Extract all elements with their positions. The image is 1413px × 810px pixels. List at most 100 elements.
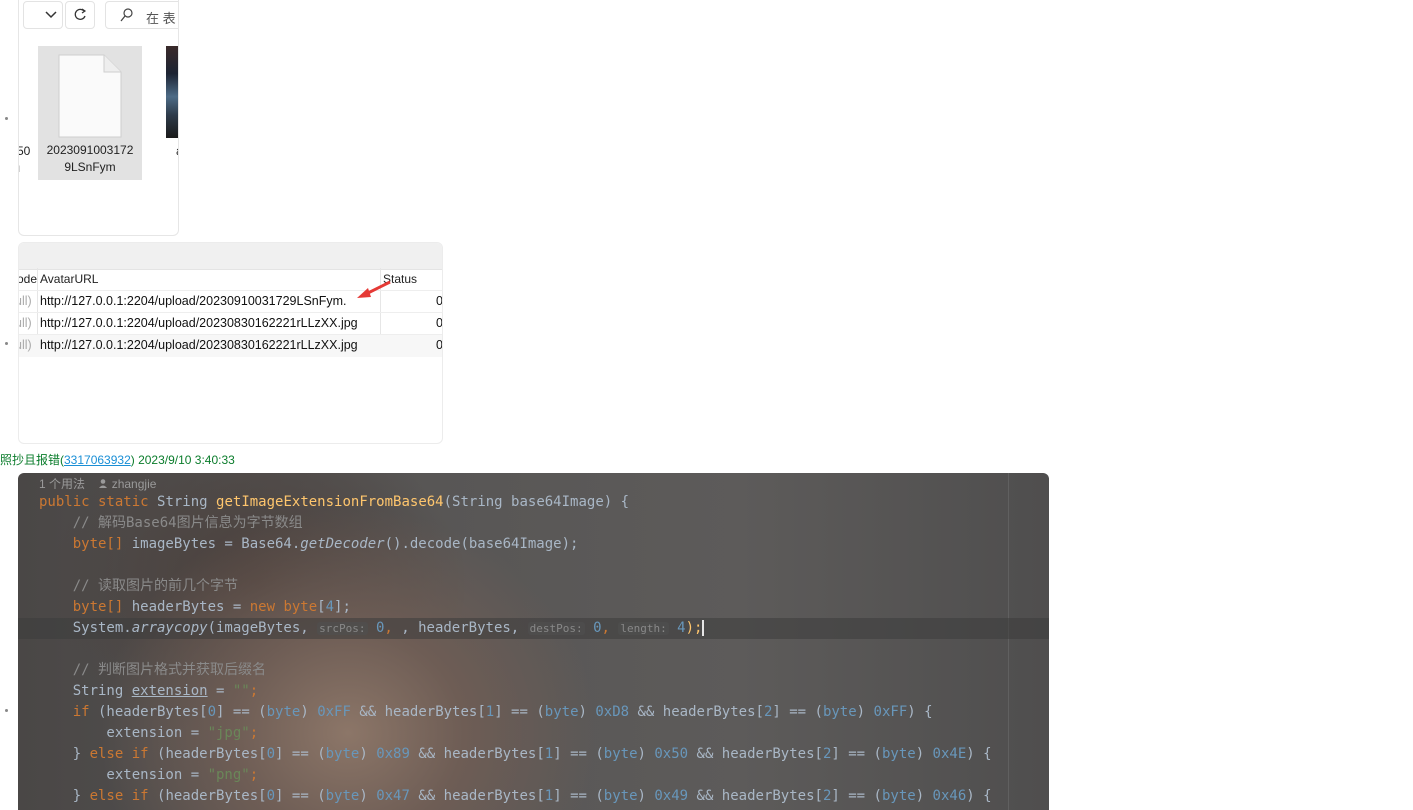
code-line: System.arraycopy(imageBytes, srcPos: 0, … — [39, 620, 705, 636]
table-cell: ull) — [19, 294, 32, 308]
code-line: } else if (headerBytes[0] == (byte) 0x47… — [39, 786, 992, 807]
code-token: ] == ( — [275, 788, 326, 804]
code-line: byte[] headerBytes = new byte[4]; — [39, 599, 351, 615]
refresh-button[interactable] — [65, 1, 95, 29]
code-token: && headerBytes[ — [688, 788, 823, 804]
code-token: 0x50 — [654, 746, 689, 762]
blank-file-icon — [58, 54, 122, 138]
code-token: byte — [603, 788, 638, 804]
code-token: 1 — [544, 788, 554, 804]
code-token: && headerBytes[ — [629, 704, 764, 720]
code-token: && headerBytes[ — [688, 746, 823, 762]
code-token: 0 — [266, 746, 276, 762]
table-cell: 0 — [436, 316, 443, 330]
code-token: ] == ( — [772, 704, 823, 720]
table-cell: 0 — [436, 338, 443, 352]
code-token: (headerBytes[ — [148, 746, 267, 762]
code-token: } — [39, 746, 90, 762]
code-line: if (headerBytes[0] == (byte) 0xFF && hea… — [39, 702, 933, 723]
code-token: ] == ( — [553, 746, 604, 762]
code-line: } else if (headerBytes[0] == (byte) 0x89… — [39, 744, 992, 765]
code-token: ) — [915, 746, 933, 762]
column-header-code[interactable]: ode — [19, 272, 37, 286]
file-name: 2023091003172 9LSnFym — [46, 143, 134, 174]
right-margin-guide — [1008, 473, 1009, 810]
image-thumbnail[interactable] — [166, 46, 178, 138]
search-box[interactable]: 在 表 — [105, 1, 178, 29]
search-placeholder: 在 表 — [146, 11, 176, 26]
truncated-label: a — [176, 144, 178, 158]
code-token: byte — [325, 788, 360, 804]
code-token: ) — [915, 788, 933, 804]
code-token: 0x89 — [376, 746, 410, 762]
code-token: ) — [637, 746, 655, 762]
code-token: ) — [300, 704, 318, 720]
code-token: if — [72, 704, 90, 720]
code-token: byte — [325, 746, 360, 762]
code-token: 0x47 — [376, 788, 410, 804]
code-token: 0x49 — [654, 788, 689, 804]
code-token: ) { — [907, 704, 933, 720]
code-token: ] == ( — [216, 704, 267, 720]
list-bullet — [5, 709, 8, 712]
code-token: 0x4E — [932, 746, 967, 762]
code-token: ) — [856, 704, 874, 720]
code-token: ) { — [966, 746, 992, 762]
code-token: ] == ( — [553, 788, 604, 804]
code-token: ) — [578, 704, 596, 720]
code-line: public static String getImageExtensionFr… — [39, 494, 630, 510]
sender-id-link[interactable]: 3317063932 — [64, 453, 131, 467]
code-token: 0x46 — [932, 788, 967, 804]
database-table-screenshot: ode AvatarURL Status ull) http://127.0.0… — [18, 242, 443, 444]
code-token: byte — [544, 704, 579, 720]
code-token: else if — [89, 788, 149, 804]
column-header-avatarurl[interactable]: AvatarURL — [40, 272, 98, 286]
code-token: && headerBytes[ — [409, 788, 545, 804]
code-token: else if — [89, 746, 149, 762]
code-token: ) — [359, 788, 377, 804]
file-item-selected[interactable]: 2023091003172 9LSnFym — [38, 46, 142, 180]
code-token: ] == ( — [275, 746, 326, 762]
code-comment: // 读取图片的前几个字节 — [39, 578, 239, 594]
code-comment: // 解码Base64图片信息为字节数组 — [39, 515, 303, 531]
table-cell: http://127.0.0.1:2204/upload/20230830162… — [40, 316, 358, 330]
code-token: ] == ( — [494, 704, 545, 720]
table-toolbar — [19, 243, 442, 270]
code-token: byte — [266, 704, 301, 720]
history-dropdown[interactable] — [23, 1, 63, 29]
table-cell: ull) — [19, 338, 32, 352]
code-line: extension = "png"; — [39, 767, 259, 783]
code-token: ] == ( — [831, 746, 882, 762]
chat-message-header: 照抄且报错(3317063932) 2023/9/10 3:40:33 — [0, 451, 235, 468]
red-arrow-icon — [357, 280, 391, 298]
code-token: (headerBytes[ — [148, 788, 267, 804]
code-token: } — [39, 788, 90, 804]
search-icon — [120, 8, 133, 22]
code-token: byte — [881, 788, 916, 804]
truncated-label: 50 — [18, 144, 31, 158]
code-lens[interactable]: 1 个用法 zhangjie — [39, 475, 156, 492]
code-line: extension = "jpg"; — [39, 725, 259, 741]
code-comment: // 判断图片格式并获取后缀名 — [39, 662, 267, 678]
code-line: String extension = ""; — [39, 683, 259, 699]
table-cell: ull) — [19, 316, 32, 330]
table-row[interactable]: ull) http://127.0.0.1:2204/upload/202308… — [19, 312, 442, 335]
code-editor-screenshot: 1 个用法 zhangjie public static String getI… — [18, 473, 1049, 810]
text-caret — [702, 620, 705, 636]
code-token: (headerBytes[ — [89, 704, 208, 720]
code-token: byte — [603, 746, 638, 762]
list-bullet — [5, 117, 8, 120]
code-token: ) — [359, 746, 377, 762]
table-cell: 0 — [436, 294, 443, 308]
table-cell: http://127.0.0.1:2204/upload/20230910031… — [40, 294, 347, 308]
code-token: 0xFF — [317, 704, 351, 720]
table-row[interactable]: ull) http://127.0.0.1:2204/upload/202308… — [19, 334, 442, 357]
user-icon — [99, 479, 108, 488]
code-token: 1 — [544, 746, 554, 762]
list-bullet — [5, 342, 8, 345]
file-explorer-screenshot: 在 表 50 ı 2023091003172 9LSnFym a — [18, 0, 179, 236]
code-token: && headerBytes[ — [350, 704, 486, 720]
sender-name: 照抄且报错( — [0, 453, 64, 467]
code-token: && headerBytes[ — [409, 746, 545, 762]
